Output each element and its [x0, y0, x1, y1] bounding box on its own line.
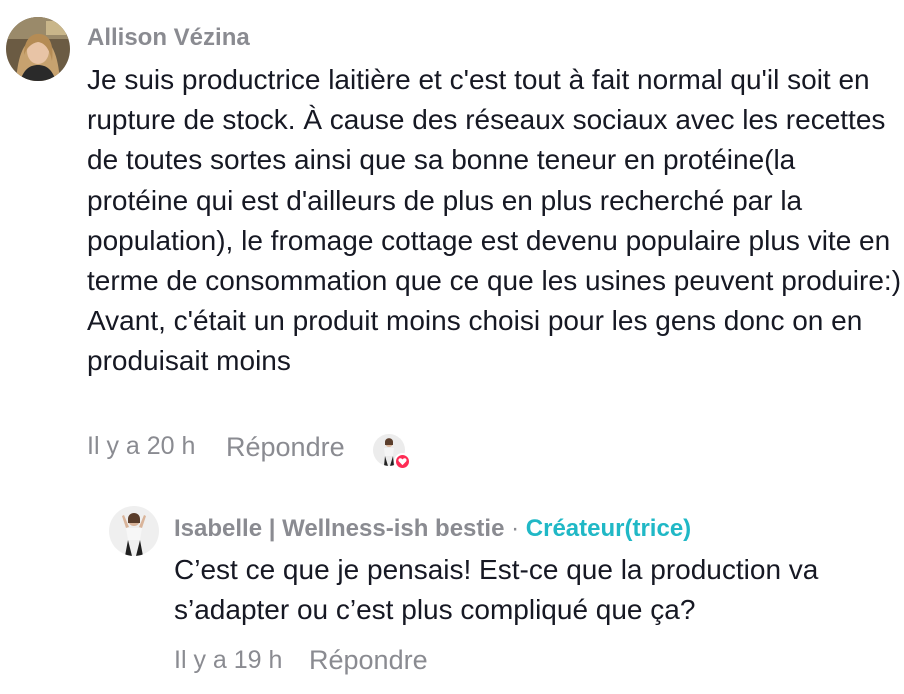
user-photo-avatar-icon: [6, 17, 70, 81]
username-separator: ·: [511, 515, 520, 542]
reply-username[interactable]: Isabelle | Wellness-ish bestie: [174, 515, 504, 542]
heart-badge: [394, 453, 411, 470]
heart-icon: [398, 458, 407, 466]
reply-text: C’est ce que je pensais! Est-ce que la p…: [174, 554, 819, 626]
reply-timestamp: Il y a 19 h: [174, 646, 283, 674]
creator-avatar[interactable]: [109, 506, 159, 556]
reply-button[interactable]: Répondre: [226, 432, 345, 463]
creator-badge: Créateur(trice): [525, 515, 692, 542]
comment-timestamp: Il y a 20 h: [87, 432, 196, 460]
reply-username-line: Isabelle | Wellness-ish bestie · Créateu…: [174, 515, 691, 543]
user-avatar[interactable]: [6, 17, 70, 81]
comment-text: Je suis productrice laitière et c'est to…: [87, 64, 902, 377]
liked-by-creator-indicator: [373, 434, 411, 470]
reply-to-reply-button[interactable]: Répondre: [309, 645, 428, 676]
comment-item: Allison Vézina Je suis productrice laiti…: [0, 0, 904, 480]
creator-photo-avatar-icon: [109, 506, 159, 556]
reply-item: Isabelle | Wellness-ish bestie · Créateu…: [0, 490, 904, 694]
comment-username[interactable]: Allison Vézina: [87, 24, 250, 52]
